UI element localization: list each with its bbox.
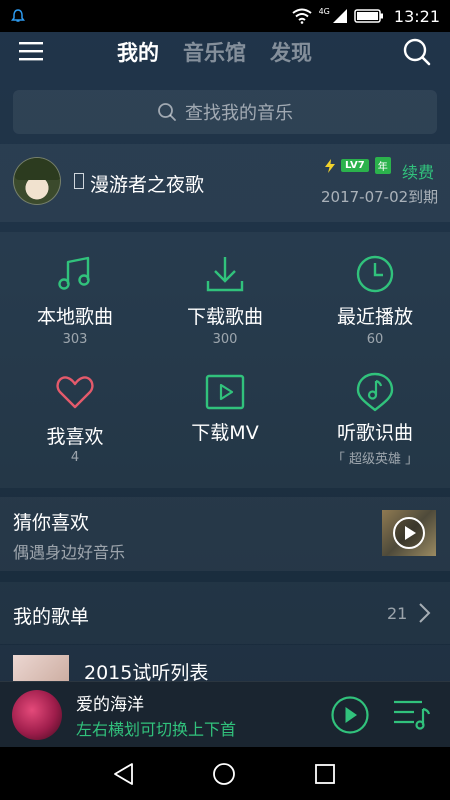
heart-icon bbox=[56, 376, 94, 409]
search-small-icon bbox=[158, 103, 176, 121]
notification-icon bbox=[11, 9, 25, 22]
grid-count: 「 超级英雄 」 bbox=[331, 452, 419, 467]
grid-label: 最近播放 bbox=[336, 306, 413, 328]
mini-player[interactable]: 爱的海洋 左右横划可切换上下首 bbox=[0, 681, 450, 747]
album-cover[interactable] bbox=[12, 690, 62, 740]
home-icon[interactable] bbox=[212, 762, 236, 786]
guess-subtitle: 偶遇身边好音乐 bbox=[13, 543, 126, 562]
my-playlists-header[interactable]: 我的歌单 21 bbox=[0, 582, 450, 644]
search-icon[interactable] bbox=[402, 37, 432, 67]
music-note-icon bbox=[58, 256, 90, 290]
clock-icon bbox=[356, 255, 394, 293]
renew-button[interactable]: 续费 bbox=[402, 159, 434, 183]
tab-music-hall[interactable]: 音乐馆 bbox=[183, 37, 246, 67]
shortcut-grid: 本地歌曲 303 下载歌曲 300 最近播放 60 我喜欢 4 下载MV 听歌识… bbox=[0, 232, 450, 488]
tab-bar: 我的 音乐馆 发现 bbox=[117, 37, 312, 67]
tab-mine[interactable]: 我的 bbox=[117, 37, 159, 67]
music-recognize-icon bbox=[356, 372, 394, 412]
playlist-thumbnail bbox=[13, 655, 69, 681]
grid-item-recent[interactable]: 最近播放 60 bbox=[300, 250, 450, 370]
grid-item-downloads[interactable]: 下载歌曲 300 bbox=[150, 250, 300, 370]
grid-count: 4 bbox=[70, 450, 80, 465]
grid-label: 我喜欢 bbox=[46, 426, 104, 448]
vip-year: 年 bbox=[374, 157, 391, 174]
vip-badge: LV7 年 bbox=[322, 157, 391, 174]
vip-level: LV7 bbox=[341, 159, 369, 172]
tab-discover[interactable]: 发现 bbox=[270, 37, 312, 67]
status-right: 4G 13:21 bbox=[291, 7, 440, 26]
playlists-count: 21 bbox=[387, 604, 408, 623]
nickname-prefix-icon bbox=[74, 173, 84, 189]
playlist-item[interactable]: 2015试听列表 bbox=[0, 645, 450, 681]
playlist-name: 2015试听列表 bbox=[84, 662, 209, 681]
grid-item-local-songs[interactable]: 本地歌曲 303 bbox=[0, 250, 150, 370]
grid-label: 听歌识曲 bbox=[336, 422, 413, 444]
swipe-hint: 左右横划可切换上下首 bbox=[76, 720, 237, 739]
grid-item-recognize[interactable]: 听歌识曲 「 超级英雄 」 bbox=[300, 370, 450, 490]
video-play-icon bbox=[205, 374, 245, 410]
chevron-right-icon bbox=[419, 603, 431, 623]
grid-count: 60 bbox=[366, 332, 384, 347]
play-circle-icon bbox=[393, 517, 425, 549]
menu-icon[interactable] bbox=[18, 39, 44, 63]
battery-icon bbox=[354, 9, 383, 23]
network-label: 4G bbox=[318, 6, 330, 16]
system-nav-bar bbox=[0, 747, 450, 800]
guess-you-like[interactable]: 猜你喜欢 偶遇身边好音乐 bbox=[0, 497, 450, 571]
avatar-hair bbox=[14, 158, 60, 180]
grid-label: 本地歌曲 bbox=[36, 306, 113, 328]
status-left bbox=[10, 8, 26, 24]
top-nav: 我的 音乐馆 发现 bbox=[0, 32, 450, 72]
status-time: 13:21 bbox=[393, 6, 440, 26]
download-icon bbox=[206, 257, 244, 292]
wifi-icon bbox=[291, 8, 312, 24]
signal-icon bbox=[332, 9, 347, 23]
guess-title: 猜你喜欢 bbox=[13, 512, 90, 534]
expire-date: 2017-07-02到期 bbox=[321, 188, 439, 206]
song-title: 爱的海洋 bbox=[76, 695, 144, 715]
play-button[interactable] bbox=[330, 695, 370, 735]
status-bar: 4G 13:21 bbox=[0, 0, 450, 32]
lightning-icon bbox=[325, 158, 335, 173]
avatar[interactable] bbox=[13, 157, 61, 205]
playlists-title: 我的歌单 bbox=[13, 606, 90, 628]
grid-item-download-mv[interactable]: 下载MV bbox=[150, 370, 300, 490]
grid-label: 下载歌曲 bbox=[186, 306, 263, 328]
nickname[interactable]: 漫游者之夜歌 bbox=[90, 170, 204, 197]
grid-label: 下载MV bbox=[191, 422, 259, 444]
search-placeholder: 查找我的音乐 bbox=[185, 103, 293, 124]
back-icon[interactable] bbox=[112, 762, 136, 786]
playlist-queue-icon[interactable] bbox=[392, 698, 432, 732]
grid-item-liked[interactable]: 我喜欢 4 bbox=[0, 370, 150, 490]
search-input[interactable]: 查找我的音乐 bbox=[13, 90, 437, 134]
grid-count: 300 bbox=[212, 332, 238, 347]
recent-apps-icon[interactable] bbox=[313, 762, 337, 786]
grid-count: 303 bbox=[62, 332, 88, 347]
profile-row[interactable]: 漫游者之夜歌 LV7 年 续费 2017-07-02到期 bbox=[0, 144, 450, 222]
guess-thumbnail[interactable] bbox=[382, 510, 436, 556]
